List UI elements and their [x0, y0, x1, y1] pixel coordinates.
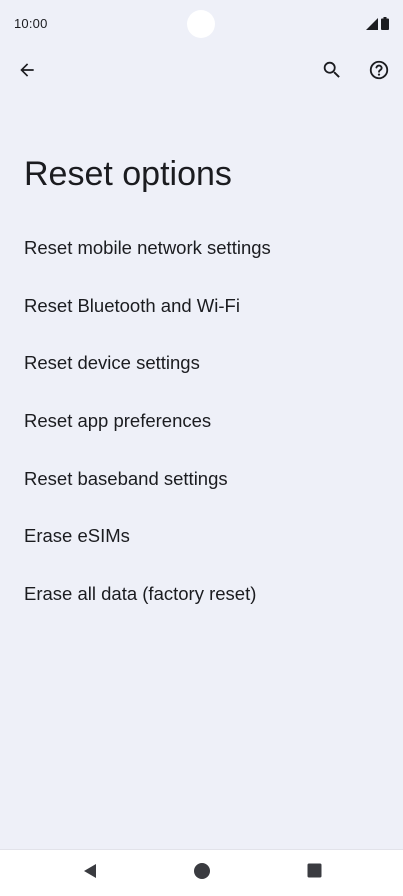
arrow-back-icon: [17, 60, 37, 85]
help-icon: [368, 59, 390, 86]
status-bar: 10:00: [0, 0, 403, 48]
search-icon: [321, 59, 343, 86]
option-reset-baseband-settings[interactable]: Reset baseband settings: [0, 450, 403, 508]
help-button[interactable]: [365, 58, 393, 86]
option-reset-bluetooth-wifi[interactable]: Reset Bluetooth and Wi-Fi: [0, 277, 403, 335]
nav-back-button[interactable]: [80, 863, 100, 883]
search-button[interactable]: [318, 58, 346, 86]
option-erase-esims[interactable]: Erase eSIMs: [0, 507, 403, 565]
option-reset-app-preferences[interactable]: Reset app preferences: [0, 392, 403, 450]
nav-home-circle-icon: [193, 862, 211, 885]
navigation-bar: [0, 849, 403, 896]
back-button[interactable]: [13, 58, 41, 86]
nav-recents-button[interactable]: [304, 863, 324, 883]
option-factory-reset[interactable]: Erase all data (factory reset): [0, 565, 403, 623]
status-icons: [366, 17, 389, 30]
reset-options-list: Reset mobile network settings Reset Blue…: [0, 219, 403, 623]
nav-recents-square-icon: [307, 863, 322, 883]
nav-back-triangle-icon: [82, 863, 98, 884]
toolbar: [0, 52, 403, 92]
status-time: 10:00: [14, 16, 48, 31]
signal-icon: [366, 17, 378, 30]
option-reset-device-settings[interactable]: Reset device settings: [0, 334, 403, 392]
nav-home-button[interactable]: [192, 862, 212, 885]
page-title: Reset options: [24, 155, 232, 193]
option-reset-mobile-network[interactable]: Reset mobile network settings: [0, 219, 403, 277]
camera-cutout: [187, 10, 215, 38]
battery-icon: [381, 17, 389, 30]
